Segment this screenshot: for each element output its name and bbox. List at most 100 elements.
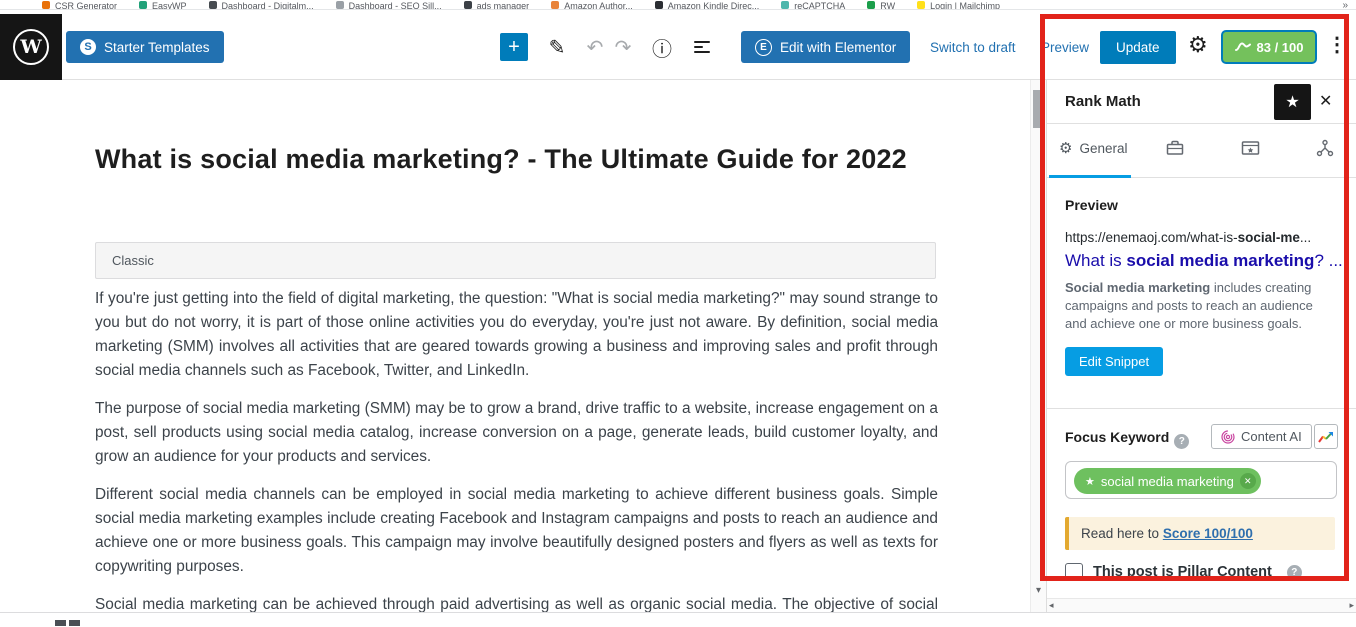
bookmark-label: Amazon Author... (564, 1, 633, 10)
wordpress-logo-button[interactable]: W (0, 14, 62, 80)
rank-math-panel-header: Rank Math ★ ✕ (1047, 80, 1356, 124)
redo-button[interactable]: ↷ (609, 33, 637, 61)
classic-block[interactable]: Classic (95, 242, 936, 279)
content-ai-label: Content AI (1241, 429, 1302, 444)
general-gear-icon: ⚙ (1059, 140, 1073, 157)
rank-math-tabs: ⚙ General (1047, 124, 1356, 178)
starter-templates-button[interactable]: S Starter Templates (66, 31, 224, 63)
bookmark-favicon-icon (917, 1, 926, 9)
bookmark-item[interactable]: Login | Mailchimp (917, 1, 1001, 10)
tab-general[interactable]: ⚙ General (1059, 139, 1127, 157)
window-star-icon (1241, 141, 1260, 155)
bookmark-label: RW (880, 1, 896, 10)
wordpress-editor-toolbar: W S Starter Templates + ✎ ↶ ↷ ⓘ E Edit w… (0, 10, 1356, 80)
list-view-button[interactable] (688, 33, 716, 61)
tab-snippet[interactable] (1240, 138, 1261, 161)
article-paragraph[interactable]: If you're just getting into the field of… (95, 287, 938, 383)
rank-math-panel-title: Rank Math (1065, 93, 1141, 110)
wordpress-logo-icon: W (13, 29, 49, 65)
pillar-help-icon[interactable]: ? (1286, 564, 1302, 580)
bookmark-label: ads manager (476, 1, 530, 10)
schema-share-icon (1316, 139, 1334, 157)
bookmark-favicon-icon (139, 1, 148, 9)
rank-math-sidebar: Rank Math ★ ✕ ⚙ General Preview https://… (1046, 80, 1356, 612)
starter-templates-icon: S (80, 39, 96, 55)
scrollbar-thumb[interactable] (1033, 90, 1044, 128)
article-body: If you're just getting into the field of… (95, 287, 938, 612)
article-paragraph[interactable]: Social media marketing can be achieved t… (95, 593, 938, 612)
browser-window: CSR Generator EasyWP Dashboard - Digital… (0, 0, 1356, 627)
update-button[interactable]: Update (1100, 31, 1176, 64)
serp-preview-heading: Preview (1065, 197, 1118, 213)
edit-snippet-button[interactable]: Edit Snippet (1065, 347, 1164, 376)
bookmark-item[interactable]: EasyWP (139, 1, 187, 10)
content-ai-button[interactable]: Content AI (1211, 424, 1312, 449)
pillar-content-label: This post is Pillar Content (1093, 564, 1272, 580)
content-ai-icon (1221, 429, 1235, 444)
browser-bookmarks-bar: CSR Generator EasyWP Dashboard - Digital… (0, 0, 1356, 10)
trends-button[interactable] (1314, 424, 1338, 449)
add-block-button[interactable]: + (500, 33, 528, 61)
focus-keyword-label: Focus Keyword? (1065, 429, 1190, 449)
bookmark-favicon-icon (463, 1, 472, 9)
article-paragraph[interactable]: Different social media channels can be e… (95, 483, 938, 579)
focus-keyword-input[interactable]: ★ social media marketing ✕ (1065, 461, 1337, 499)
scroll-right-arrow-icon[interactable]: ▸ (1349, 600, 1354, 611)
score-link[interactable]: Score 100/100 (1163, 526, 1253, 541)
bookmark-item[interactable]: reCAPTCHA (781, 1, 845, 9)
bookmark-label: EasyWP (152, 1, 187, 10)
editor-footer-strip (0, 612, 1356, 627)
preview-link[interactable]: Preview (1041, 40, 1089, 55)
rank-math-score-icon (1234, 42, 1251, 51)
bookmark-item[interactable]: CSR Generator (42, 1, 118, 10)
bookmark-favicon-icon (335, 1, 344, 9)
section-divider (1047, 408, 1356, 409)
content-vertical-scrollbar[interactable]: ▾ (1030, 80, 1046, 612)
edit-with-elementor-button[interactable]: E Edit with Elementor (741, 31, 911, 63)
pillar-content-row: This post is Pillar Content ? (1065, 563, 1302, 581)
serp-description: Social media marketing includes creating… (1065, 280, 1313, 331)
tab-advanced[interactable] (1165, 138, 1185, 161)
serp-title: What is social media marketing? ... (1065, 251, 1343, 270)
remove-keyword-icon[interactable]: ✕ (1239, 473, 1256, 489)
post-content-canvas: What is social media marketing? - The Ul… (0, 80, 1030, 612)
article-paragraph[interactable]: The purpose of social media marketing (S… (95, 397, 938, 469)
bookmark-favicon-icon (208, 1, 217, 9)
bookmark-item[interactable]: ads manager (463, 1, 530, 10)
bookmark-label: Dashboard - Digitalm... (221, 1, 314, 10)
pin-star-button[interactable]: ★ (1274, 84, 1311, 120)
undo-button[interactable]: ↶ (581, 33, 609, 61)
tab-schema[interactable] (1315, 138, 1335, 161)
focus-keyword-help-icon[interactable]: ? (1174, 434, 1190, 449)
bookmark-item[interactable]: RW (867, 1, 896, 10)
scroll-left-arrow-icon[interactable]: ◂ (1049, 600, 1054, 611)
clipped-footer-text (55, 620, 80, 626)
toolbox-icon (1166, 140, 1184, 155)
keyword-text: social media marketing (1100, 473, 1234, 489)
bookmark-item[interactable]: Dashboard - SEO Sill... (335, 1, 442, 9)
keyword-tag: ★ social media marketing ✕ (1074, 468, 1261, 494)
bookmark-label: Login | Mailchimp (930, 1, 1001, 10)
bookmark-item[interactable]: Amazon Author... (551, 1, 633, 10)
post-title[interactable]: What is social media marketing? - The Ul… (95, 144, 945, 175)
settings-gear-icon[interactable]: ⚙ (1188, 32, 1208, 58)
bookmark-favicon-icon (867, 1, 876, 9)
close-panel-icon[interactable]: ✕ (1319, 91, 1332, 111)
bookmark-item[interactable]: Dashboard - Digitalm... (208, 1, 314, 10)
tools-pencil-button[interactable]: ✎ (543, 33, 571, 61)
bookmark-item[interactable]: Amazon Kindle Direc... (654, 1, 759, 9)
options-kebab-icon[interactable]: ⋮ (1327, 32, 1347, 57)
details-info-button[interactable]: ⓘ (648, 33, 676, 61)
score-notice: Read here to Score 100/100 (1065, 517, 1335, 550)
rank-math-score-badge[interactable]: 83 / 100 (1221, 30, 1317, 64)
active-tab-underline (1049, 175, 1131, 178)
bookmark-label: CSR Generator (55, 1, 118, 10)
edit-with-elementor-label: Edit with Elementor (780, 39, 897, 55)
scroll-down-arrow-icon[interactable]: ▾ (1031, 585, 1046, 596)
bookmark-favicon-icon (42, 1, 50, 9)
sidebar-horizontal-scrollbar[interactable]: ◂ ▸ (1047, 598, 1356, 612)
switch-to-draft-link[interactable]: Switch to draft (930, 40, 1016, 55)
keyword-star-icon: ★ (1085, 475, 1095, 488)
pillar-content-checkbox[interactable] (1065, 563, 1083, 581)
score-value: 83 / 100 (1256, 39, 1304, 55)
